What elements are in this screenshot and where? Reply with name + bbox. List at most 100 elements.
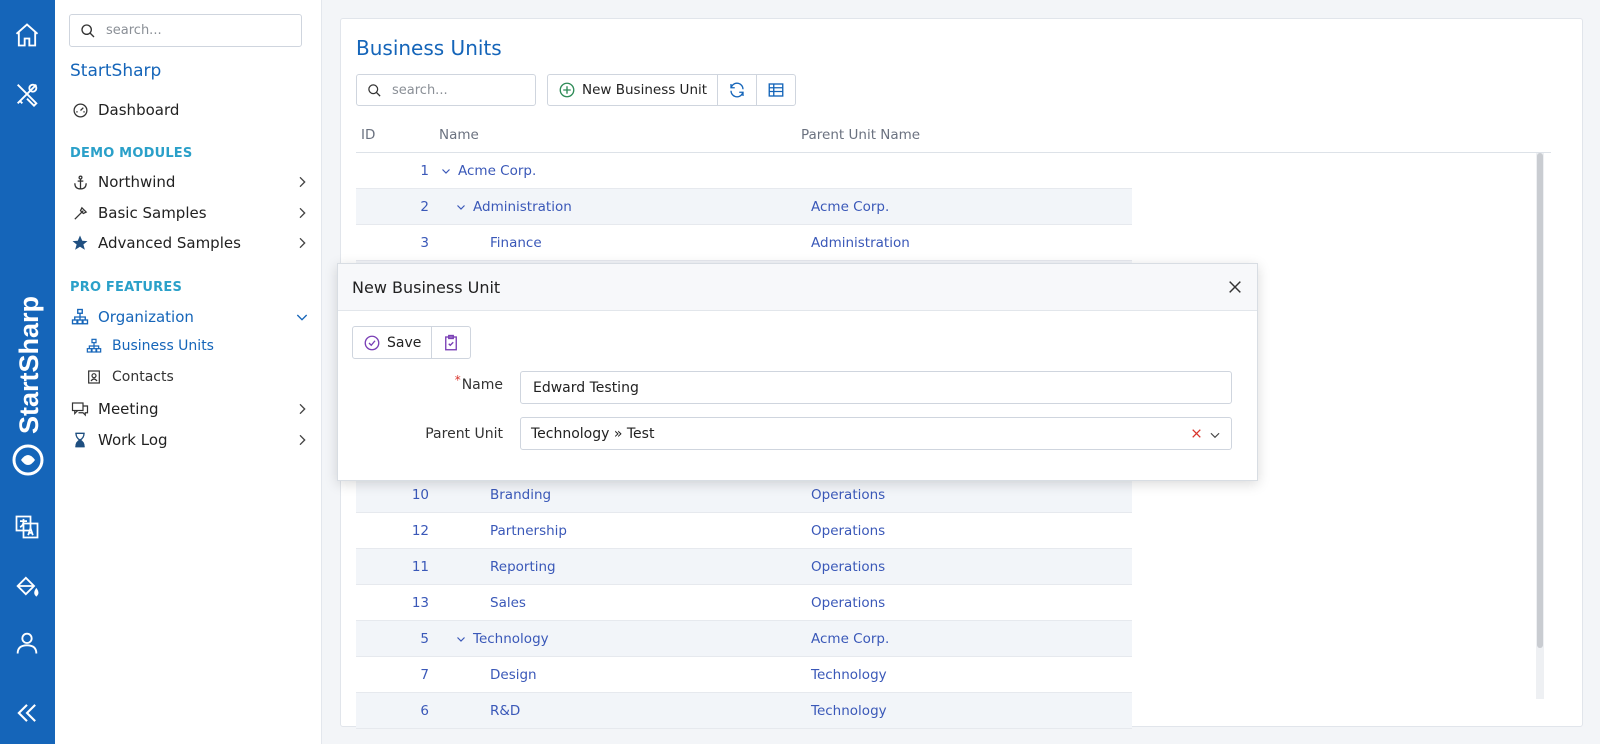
cell-id[interactable]: 1 [420,163,429,179]
sidebar-item-basic-samples[interactable]: Basic Samples [70,200,310,226]
name-field[interactable] [520,371,1232,404]
cell-id[interactable]: 3 [420,235,429,251]
table-row[interactable]: 1 Acme Corp. [356,153,1132,189]
chevron-right-icon [299,434,306,446]
cell-name[interactable]: Acme Corp. [440,163,536,179]
theme-icon[interactable] [11,570,43,602]
name-input[interactable] [531,378,1211,397]
magic-wand-icon [70,203,90,223]
sidebar-item-label: Business Units [112,338,214,354]
column-header-name[interactable]: Name [439,127,479,143]
table-row[interactable]: 3 Finance Administration [356,225,1132,261]
cell-id[interactable]: 12 [412,523,429,539]
grid-search-input[interactable] [390,81,530,99]
cell-parent[interactable]: Technology [811,667,887,683]
chevron-down-icon[interactable] [1208,428,1222,442]
cell-name[interactable]: Administration [455,199,572,215]
save-button[interactable]: Save [353,327,433,358]
sidebar-item-contacts[interactable]: Contacts [85,365,295,389]
sidebar-item-label: Contacts [112,369,174,385]
section-demo-modules: DEMO MODULES [70,146,193,161]
user-icon[interactable] [11,627,43,659]
cell-parent[interactable]: Operations [811,487,885,503]
sidebar-item-label: Work Log [98,431,168,449]
table-row[interactable]: 2 Administration Acme Corp. [356,189,1132,225]
column-picker-button[interactable] [757,75,795,105]
new-business-unit-dialog: New Business Unit Save *Name Parent Unit… [337,263,1258,481]
apply-changes-button[interactable] [432,327,470,358]
gauge-icon [70,100,90,120]
cell-name[interactable]: Branding [490,487,551,503]
chevron-down-icon[interactable] [455,201,467,213]
anchor-icon [70,172,90,192]
chat-icon [70,399,90,419]
sidebar-item-advanced-samples[interactable]: Advanced Samples [70,230,310,256]
sidebar-item-work-log[interactable]: Work Log [70,427,310,453]
close-button[interactable] [1225,277,1245,297]
sidebar-item-meeting[interactable]: Meeting [70,396,310,422]
star-icon [70,233,90,253]
cell-parent[interactable]: Operations [811,559,885,575]
translate-icon[interactable] [11,511,43,543]
table-row[interactable]: 7 Design Technology [356,657,1132,693]
grid-search[interactable] [356,74,536,106]
sidebar-search-input[interactable] [104,22,294,39]
cell-parent[interactable]: Acme Corp. [811,631,889,647]
cell-name[interactable]: Partnership [490,523,567,539]
sidebar-item-label: Advanced Samples [98,234,241,252]
table-row[interactable]: 11 Reporting Operations [356,549,1132,585]
cell-name[interactable]: Technology [455,631,549,647]
cell-id[interactable]: 7 [420,667,429,683]
tools-icon[interactable] [11,78,43,110]
cell-name-text: Sales [490,595,526,611]
cell-name[interactable]: Design [490,667,537,683]
column-header-id[interactable]: ID [361,127,375,143]
sidebar-item-organization[interactable]: Organization [70,304,310,330]
cell-parent[interactable]: Acme Corp. [811,199,889,215]
clear-icon[interactable] [1190,427,1203,440]
cell-id[interactable]: 2 [420,199,429,215]
home-icon[interactable] [11,19,43,51]
cell-name[interactable]: Sales [490,595,526,611]
cell-parent[interactable]: Operations [811,523,885,539]
collapse-icon[interactable] [11,697,43,729]
table-row[interactable]: 10 Branding Operations [356,477,1132,513]
table-row[interactable]: 5 Technology Acme Corp. [356,621,1132,657]
grid-header: ID Name Parent Unit Name [356,119,1551,153]
cell-name-text: Branding [490,487,552,503]
cell-parent[interactable]: Operations [811,595,885,611]
grid-scrollbar[interactable] [1536,153,1544,699]
app-title[interactable]: StartSharp [70,61,161,81]
cell-parent[interactable]: Technology [811,703,887,719]
table-row[interactable]: 12 Partnership Operations [356,513,1132,549]
column-header-parent[interactable]: Parent Unit Name [801,127,920,143]
cell-parent[interactable]: Administration [811,235,910,251]
chevron-down-icon[interactable] [455,633,467,645]
cell-name[interactable]: Reporting [490,559,556,575]
cell-name[interactable]: R&D [490,703,520,719]
cell-id[interactable]: 5 [420,631,429,647]
scroll-thumb[interactable] [1537,153,1543,648]
chevron-down-icon [296,314,308,321]
table-row[interactable]: 6 R&D Technology [356,693,1132,729]
cell-id[interactable]: 6 [420,703,429,719]
refresh-button[interactable] [718,75,758,105]
table-row[interactable]: 13 Sales Operations [356,585,1132,621]
chevron-right-icon [299,237,306,249]
cell-id[interactable]: 10 [412,487,429,503]
cell-name-text: Technology [473,631,549,647]
sidebar-search[interactable] [69,14,302,47]
new-business-unit-button[interactable]: New Business Unit [548,75,719,105]
search-icon [368,83,381,97]
sidebar-item-dashboard[interactable]: Dashboard [70,97,310,123]
cell-name[interactable]: Finance [490,235,542,251]
cell-id[interactable]: 13 [412,595,429,611]
dialog-header: New Business Unit [338,264,1257,311]
sidebar-item-northwind[interactable]: Northwind [70,169,310,195]
cell-id[interactable]: 11 [412,559,429,575]
chevron-down-icon[interactable] [440,165,452,177]
parent-unit-select[interactable]: Technology » Test [520,417,1232,450]
cell-name-text: Acme Corp. [458,163,537,179]
sidebar-item-business-units[interactable]: Business Units [85,334,295,358]
org-chart-icon [70,307,90,327]
